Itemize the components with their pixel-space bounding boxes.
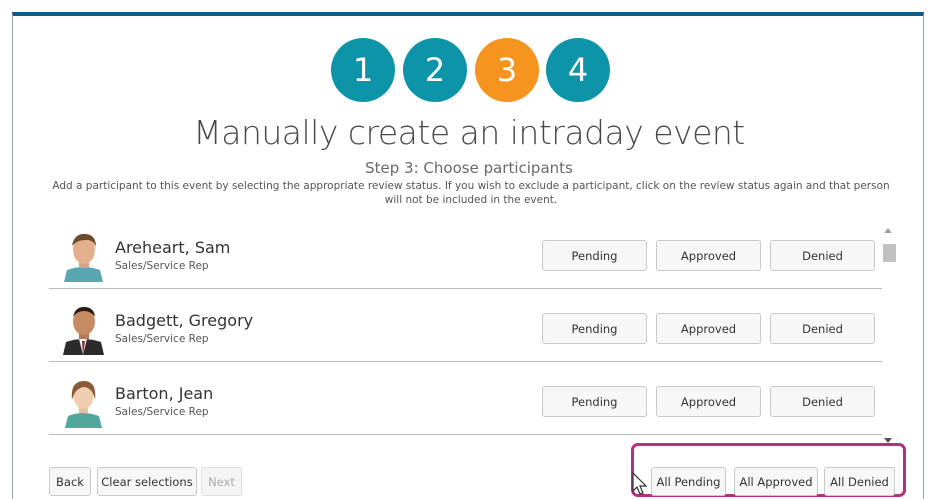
- instructions-text: Add a participant to this event by selec…: [52, 180, 890, 206]
- step-indicator: 1 2 3 4: [13, 38, 925, 102]
- participant-name: Barton, Jean: [115, 384, 214, 403]
- participant-role: Sales/Service Rep: [115, 260, 209, 272]
- scroll-up-icon[interactable]: [884, 228, 892, 233]
- step-2[interactable]: 2: [403, 38, 467, 102]
- scroll-thumb[interactable]: [883, 244, 896, 262]
- back-button[interactable]: Back: [49, 467, 91, 496]
- step-3-active[interactable]: 3: [475, 38, 539, 102]
- approved-button[interactable]: Approved: [656, 313, 761, 344]
- denied-button[interactable]: Denied: [770, 313, 875, 344]
- participant-list: Areheart, Sam Sales/Service Rep Pending …: [49, 216, 882, 447]
- participant-row: Badgett, Gregory Sales/Service Rep Pendi…: [49, 289, 882, 362]
- participant-row: Barton, Jean Sales/Service Rep Pending A…: [49, 362, 882, 435]
- pending-button[interactable]: Pending: [542, 240, 647, 271]
- clear-selections-button[interactable]: Clear selections: [97, 467, 197, 496]
- page-title: Manually create an intraday event: [193, 113, 745, 152]
- denied-button[interactable]: Denied: [770, 386, 875, 417]
- approved-button[interactable]: Approved: [656, 240, 761, 271]
- avatar: [62, 228, 105, 282]
- avatar: [62, 301, 105, 355]
- step-1[interactable]: 1: [331, 38, 395, 102]
- participant-role: Sales/Service Rep: [115, 406, 209, 418]
- step-4[interactable]: 4: [546, 38, 610, 102]
- avatar: [62, 374, 105, 428]
- participant-name: Areheart, Sam: [115, 238, 231, 257]
- dialog-frame: 1 2 3 4 Manually create an intraday even…: [12, 12, 924, 499]
- denied-button[interactable]: Denied: [770, 240, 875, 271]
- all-approved-button[interactable]: All Approved: [734, 467, 818, 496]
- participant-role: Sales/Service Rep: [115, 333, 209, 345]
- approved-button[interactable]: Approved: [656, 386, 761, 417]
- mouse-pointer-icon: [631, 471, 649, 497]
- next-button[interactable]: Next: [201, 467, 242, 496]
- participant-row: Areheart, Sam Sales/Service Rep Pending …: [49, 216, 882, 289]
- all-denied-button[interactable]: All Denied: [824, 467, 895, 496]
- all-pending-button[interactable]: All Pending: [651, 467, 726, 496]
- list-scrollbar[interactable]: [881, 224, 898, 447]
- participant-name: Badgett, Gregory: [115, 311, 254, 330]
- pending-button[interactable]: Pending: [542, 313, 647, 344]
- page-subtitle: Step 3: Choose participants: [365, 159, 573, 177]
- pending-button[interactable]: Pending: [542, 386, 647, 417]
